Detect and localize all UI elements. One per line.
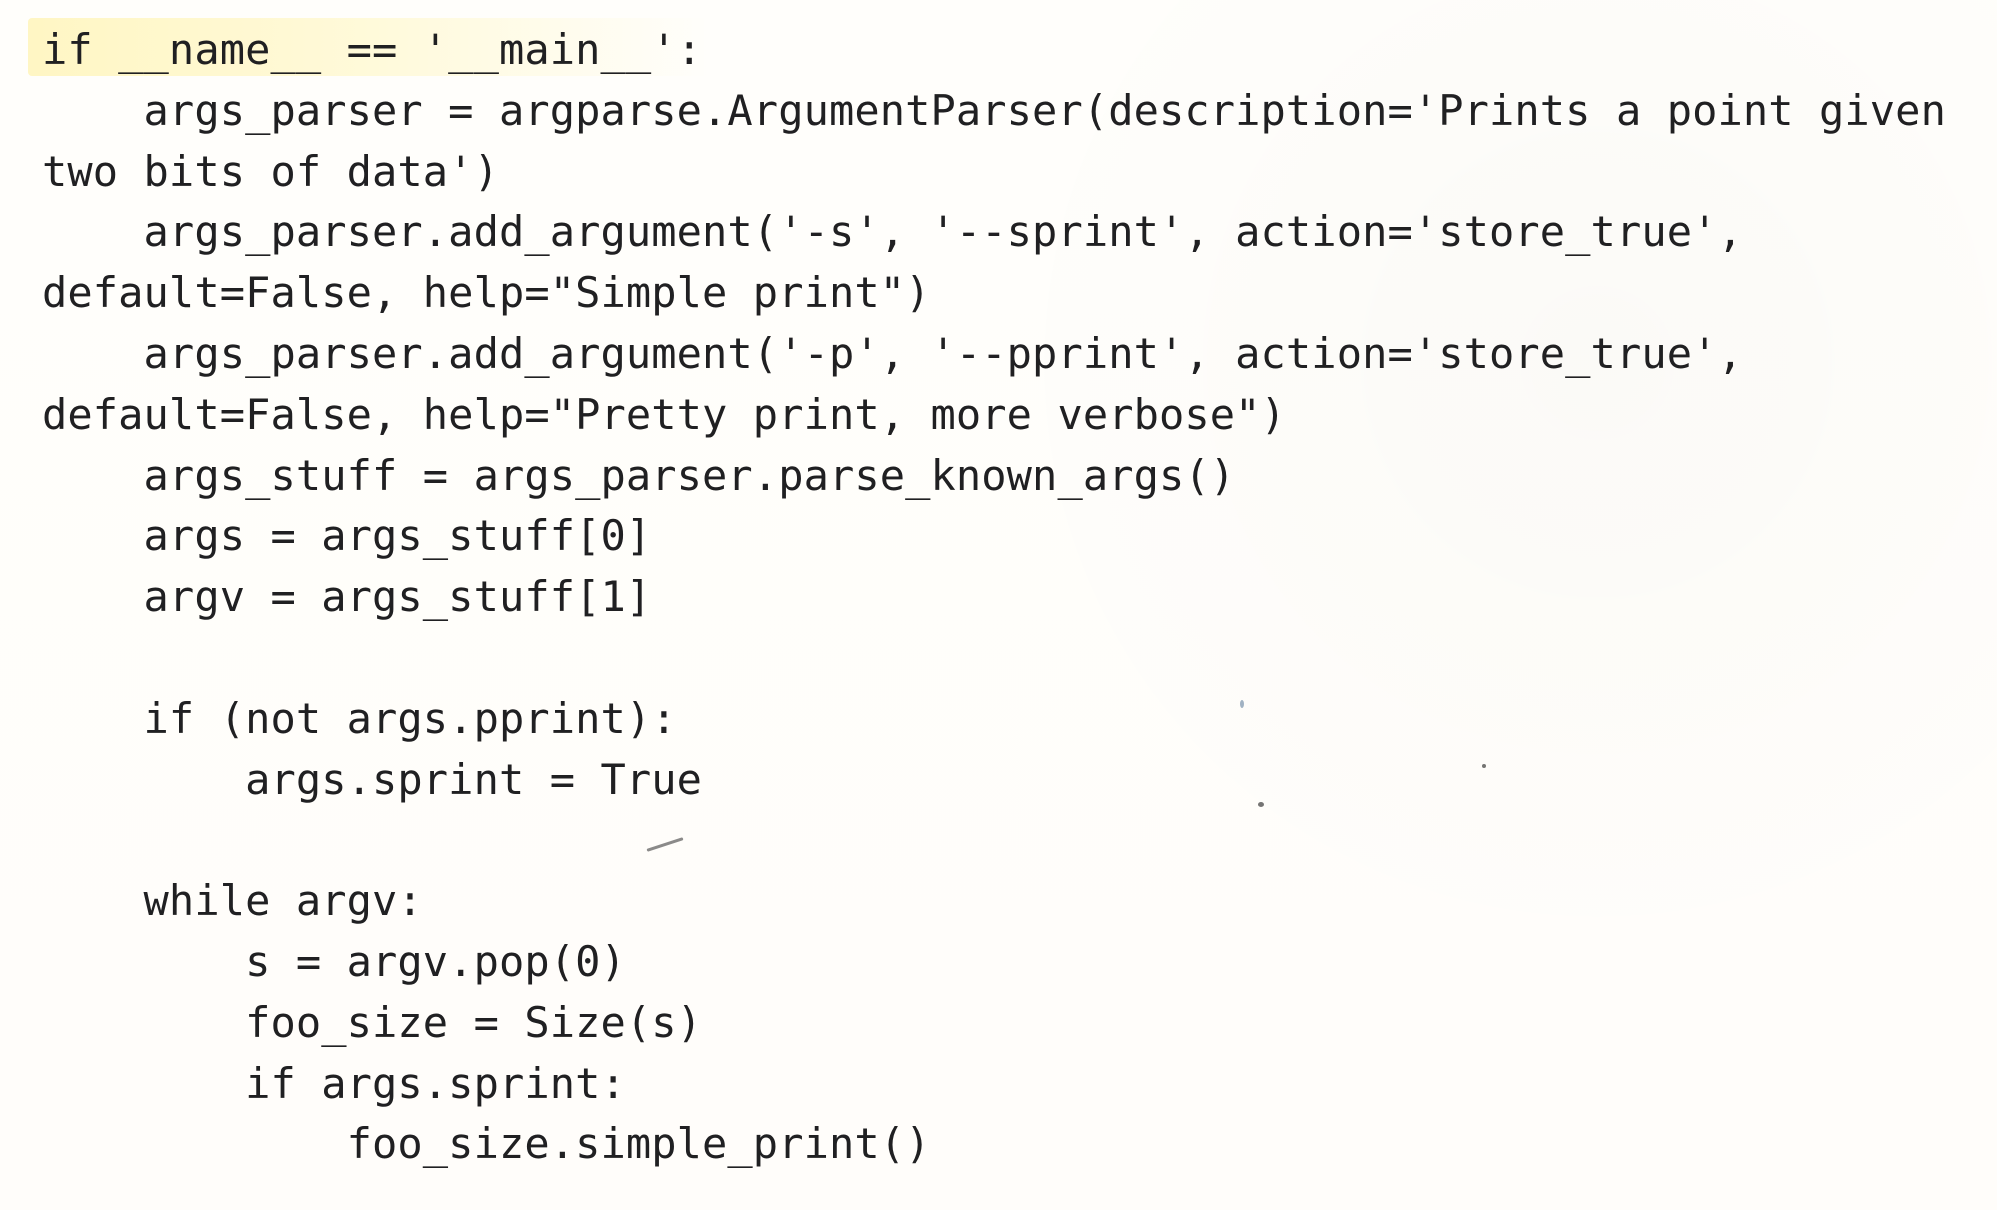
code-line-9: args = args_stuff[0] xyxy=(42,511,652,561)
code-line-1: if __name__ == '__main__': xyxy=(42,25,703,74)
scan-speck xyxy=(1258,802,1264,807)
code-line-2: args_parser = argparse.ArgumentParser(de… xyxy=(42,85,1946,135)
scan-speck xyxy=(1240,700,1244,708)
code-line-13: args.sprint = True xyxy=(42,754,703,804)
code-line-10: argv = args_stuff[1] xyxy=(42,572,652,622)
code-line-5: default=False, help="Simple print") xyxy=(42,268,931,318)
code-line-3: two bits of data') xyxy=(42,146,499,196)
python-code-block: if __name__ == '__main__': args_parser =… xyxy=(42,20,1946,1175)
code-line-17: foo_size = Size(s) xyxy=(42,997,703,1047)
code-line-15: while argv: xyxy=(42,876,423,926)
code-line-7: default=False, help="Pretty print, more … xyxy=(42,389,1286,439)
code-line-18: if args.sprint: xyxy=(42,1058,626,1108)
code-line-19: foo_size.simple_print() xyxy=(42,1119,931,1169)
code-line-4: args_parser.add_argument('-s', '--sprint… xyxy=(42,207,1743,257)
code-line-16: s = argv.pop(0) xyxy=(42,936,626,986)
code-line-8: args_stuff = args_parser.parse_known_arg… xyxy=(42,450,1236,500)
code-line-12: if (not args.pprint): xyxy=(42,693,677,743)
scan-speck xyxy=(1482,764,1486,768)
scanned-code-page: if __name__ == '__main__': args_parser =… xyxy=(0,0,1997,1210)
code-line-6: args_parser.add_argument('-p', '--pprint… xyxy=(42,328,1743,378)
